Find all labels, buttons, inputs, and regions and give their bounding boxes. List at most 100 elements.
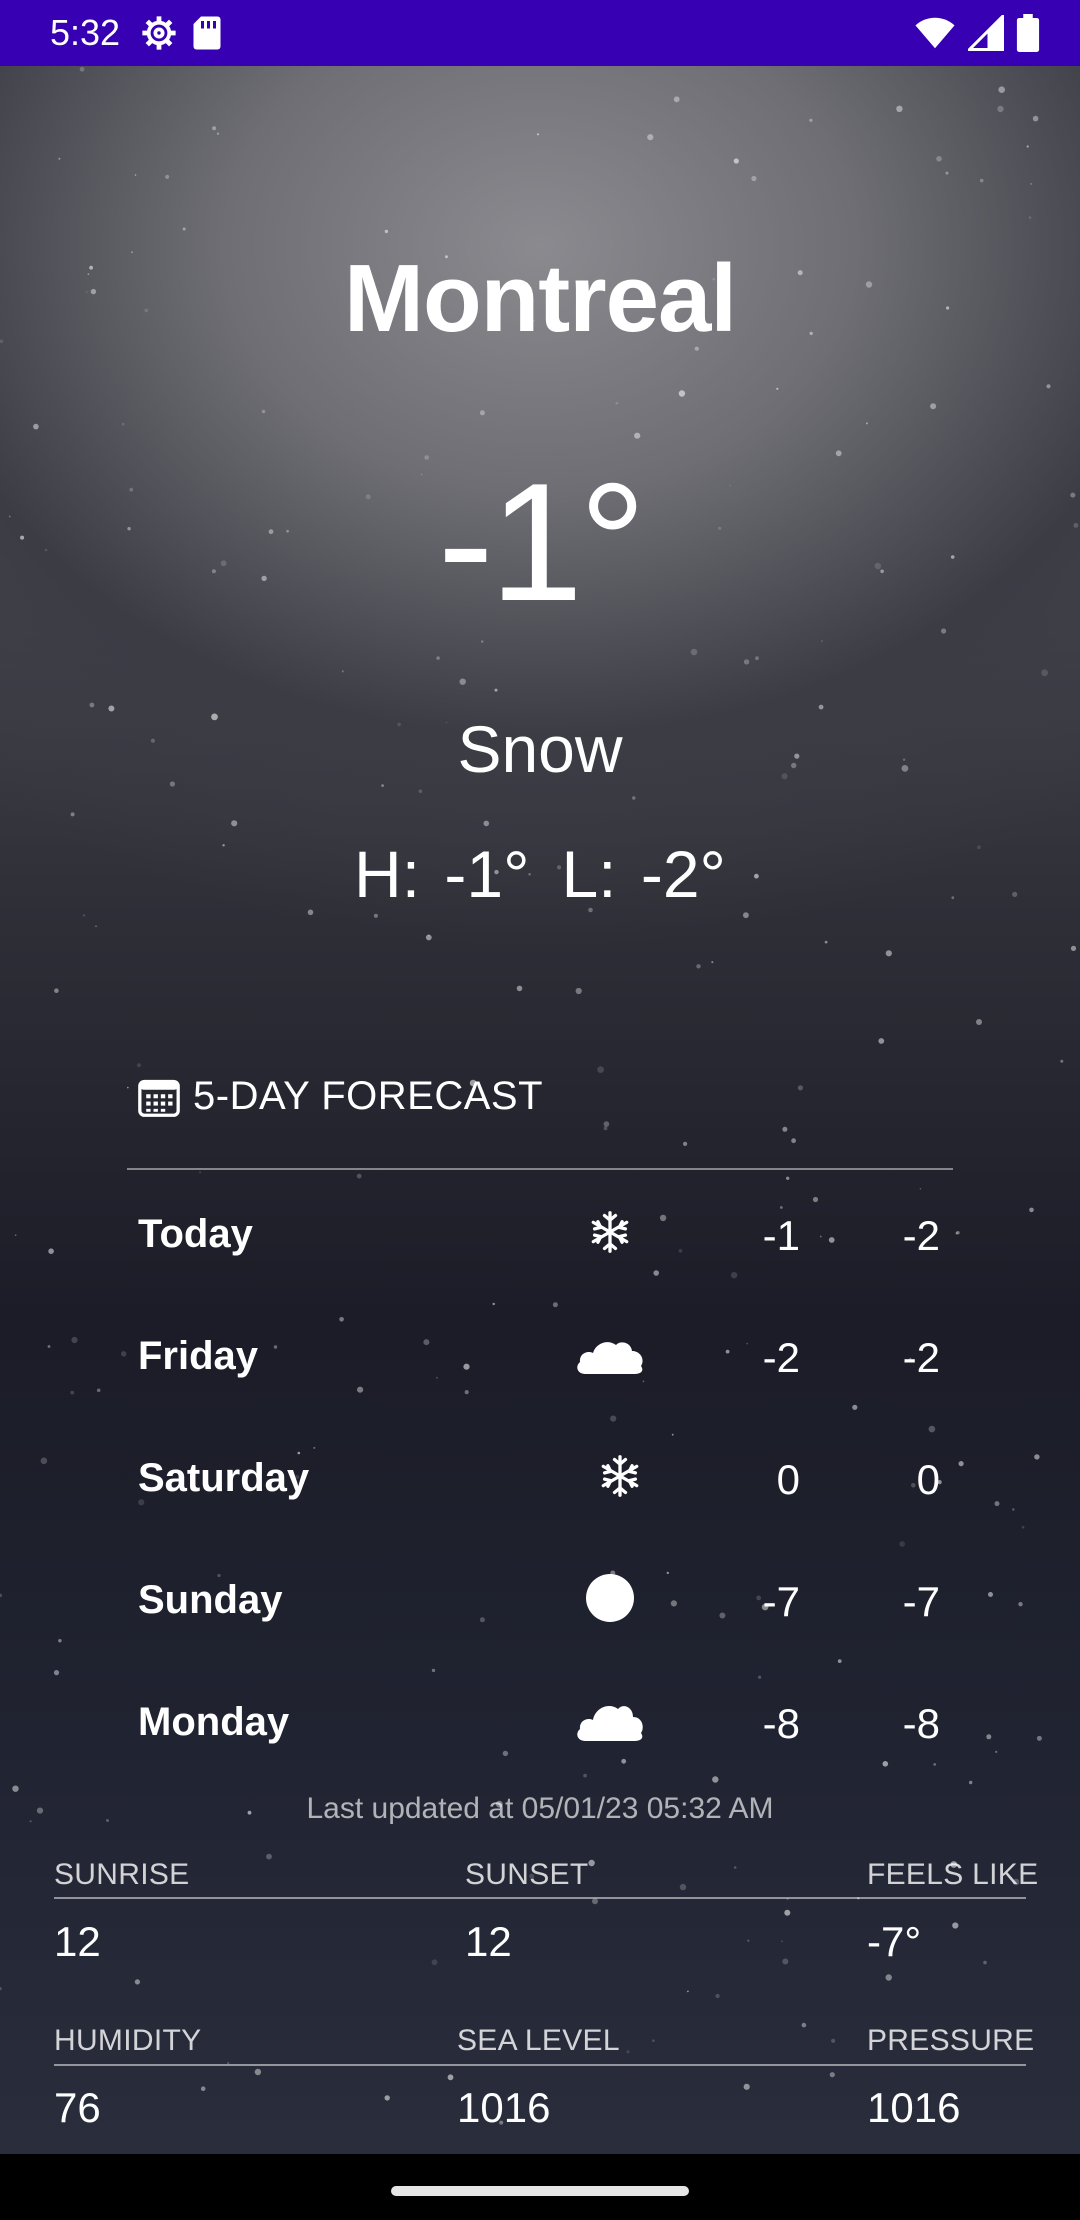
forecast-list: Today -1 -2 Friday -2 -2 Saturday 0 0 Su… [0,1174,1080,1784]
snow-particle [216,132,220,135]
snow-particle [89,702,95,708]
snow-particle [747,1939,750,1942]
sun-icon [560,1568,660,1628]
feels-like-value: -7° [867,1918,922,1965]
status-time: 5:32 [50,12,121,53]
snow-particle [743,2083,750,2090]
snow-particle [690,648,698,656]
snow-particle [575,987,582,995]
snow-particle [782,1958,789,1965]
snow-particle [459,678,466,685]
snow-particle [733,158,739,164]
snow-particle [679,1883,687,1891]
weather-screen: Montreal -1° Snow H: -1° L: -2° 5-DAY FO… [0,66,1080,2154]
forecast-high: -7 [762,1578,800,1625]
snow-particle [418,789,423,793]
battery-icon [1016,14,1040,52]
snow-particle [776,387,779,390]
forecast-header: 5-DAY FORECAST [137,1074,543,1119]
snow-particle [200,2086,206,2091]
pressure-detail: PRESSURE 1016 [867,2024,1034,2132]
snow-particle [743,659,750,665]
forecast-high: 0 [776,1456,800,1503]
humidity-detail: HUMIDITY 76 [54,2024,201,2132]
forecast-row: Sunday -7 -7 [0,1540,1080,1662]
snow-particle [711,961,714,964]
snow-particle [447,2074,454,2081]
forecast-high: -2 [762,1334,800,1381]
snow-particle [821,640,823,642]
snow-particle [936,156,942,162]
feels-like-detail: FEELS LIKE -7° [867,1858,1038,1966]
forecast-divider [127,1168,953,1170]
forecast-high: -1 [762,1212,800,1259]
forecast-row: Saturday 0 0 [0,1418,1080,1540]
snow-particle [82,914,86,917]
snow-particle [134,1979,140,1985]
snow-particle [715,1993,720,1999]
wifi-icon [914,16,956,50]
snow-particle [384,2095,390,2101]
snow-particle [70,812,75,817]
snow-particle [997,105,1004,113]
snowflake-icon [570,1446,670,1506]
sea-level-value: 1016 [457,2084,551,2131]
snow-particle [755,656,759,661]
city-name: Montreal [343,245,737,352]
forecast-day: Friday [138,1334,259,1378]
snow-particle [261,409,266,414]
cloud-icon [560,1690,660,1750]
sunrise-value: 12 [54,1918,101,1965]
forecast-row: Monday -8 -8 [0,1662,1080,1784]
sd-card-icon [192,15,222,51]
snow-particle [182,227,186,231]
snow-particle [165,174,170,179]
snow-particle [801,2022,807,2028]
snow-particle [127,1086,129,1089]
snow-particle [824,940,828,944]
snow-particle [1070,945,1077,952]
sunrise-detail: SUNRISE 12 [54,1858,189,1966]
forecast-low: -2 [902,1212,940,1259]
snow-particle [483,820,490,827]
snow-particle [896,105,903,112]
snow-particle [1026,145,1029,148]
forecast-low: 0 [916,1456,940,1503]
snow-particle [652,2039,655,2042]
snow-particle [481,640,484,643]
snow-particle [1041,669,1048,677]
snow-particle [231,820,238,827]
snow-particle [865,422,868,425]
forecast-title: 5-DAY FORECAST [193,1074,544,1118]
cellular-signal-icon [968,15,1004,51]
snow-particle [516,985,523,992]
snow-particle [592,1898,598,1905]
snow-particle [945,171,949,175]
snow-particle [79,66,85,72]
snow-particle [829,2072,835,2078]
sunset-detail: SUNSET 12 [465,1858,589,1966]
snow-particle [212,126,217,131]
snow-particle [494,688,498,692]
snow-particle [384,229,389,234]
snow-particle [998,86,1005,93]
snow-particle [1060,1059,1064,1063]
snow-particle [0,1987,2,1991]
snow-particle [743,912,749,919]
snow-particle [673,96,680,103]
pressure-label: PRESSURE [867,2024,1035,2057]
low-temperature: L: -2° [561,837,726,911]
forecast-day: Saturday [138,1456,310,1500]
forecast-day: Sunday [138,1578,283,1622]
snow-particle [615,401,619,405]
snow-particle [1046,384,1051,389]
forecast-day: Today [138,1212,253,1256]
humidity-label: HUMIDITY [54,2024,202,2057]
calendar-icon [137,1076,181,1118]
snow-particle [696,964,701,969]
snow-particle [431,1959,438,1966]
home-gesture-handle[interactable] [391,2186,689,2196]
status-bar: 5:32 [0,0,1080,66]
navigation-bar [0,2154,1080,2220]
snow-particle [266,1853,272,1860]
